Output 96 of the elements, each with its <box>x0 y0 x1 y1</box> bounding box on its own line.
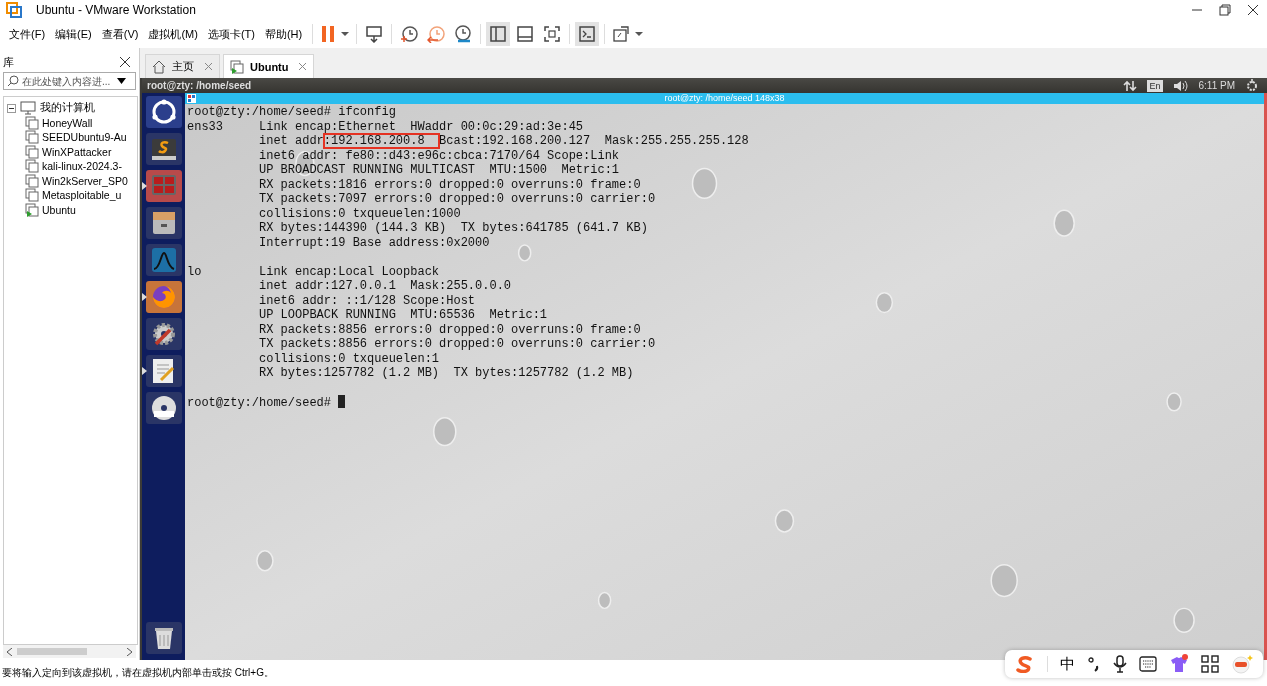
shirt-icon[interactable] <box>1169 654 1189 674</box>
terminal-line: Interrupt:19 Base address:0x2000 <box>258 235 491 250</box>
network-icon[interactable] <box>1123 79 1138 92</box>
close-icon[interactable] <box>204 62 213 71</box>
input-mode-toggle[interactable]: 中 <box>1060 654 1075 674</box>
tree-item[interactable]: Metasploitable_u <box>42 189 122 202</box>
tab-label: Ubuntu <box>250 60 289 73</box>
text-cursor <box>338 395 346 408</box>
tab-label: 主页 <box>172 59 194 74</box>
tab[interactable]: Ubuntu <box>223 54 315 78</box>
microphone-icon[interactable] <box>1113 655 1127 673</box>
terminal-title: root@zty: /home/seed 148x38 <box>663 93 786 104</box>
search-icon <box>7 75 19 87</box>
terminal-line: UP LOOPBACK RUNNING MTU:65536 Metric:1 <box>258 308 549 323</box>
terminal-line: collisions:0 txqueuelen:1000 <box>258 206 462 221</box>
clock-wrench-icon <box>454 25 473 43</box>
sidebar-layout-icon <box>489 25 508 43</box>
terminal-line: RX bytes:1257782 (1.2 MB) TX bytes:1257782 (1.2 MB) <box>258 366 635 381</box>
tree-item[interactable]: 我的计算机 <box>40 101 95 116</box>
horizontal-scrollbar[interactable] <box>3 645 136 658</box>
launcher-button[interactable] <box>145 96 182 128</box>
menu-item[interactable]: 虚拟机(M) <box>143 23 203 45</box>
tree-item[interactable]: WinXPattacker <box>42 145 112 158</box>
terminal-line: ens33 Link encap:Ethernet HWaddr 00:0c:29:ad:3e:45 <box>187 119 585 134</box>
fullscreen-icon <box>543 25 562 43</box>
home-icon <box>152 59 166 74</box>
launcher-button[interactable] <box>145 133 182 165</box>
highlight-box: :192.168.200.8 <box>323 134 440 148</box>
running-vm-icon <box>230 59 244 74</box>
menu-item[interactable]: 帮助(H) <box>259 23 308 45</box>
menu-item[interactable]: 编辑(E) <box>50 23 97 45</box>
terminal-line: collisions:0 txqueuelen:1 <box>258 351 441 366</box>
terminal-app-icon <box>187 94 196 103</box>
terminal-line: root@zty:/home/seed# ifconfig <box>187 105 397 120</box>
close-icon <box>1247 4 1259 16</box>
shell-prompt: root@zty:/home/seed# <box>187 396 333 410</box>
launcher-button[interactable] <box>145 355 182 387</box>
resize-icon <box>612 25 631 43</box>
panel-title: 库 <box>3 54 14 70</box>
terminal-line: RX packets:8856 errors:0 dropped:0 overruns:0 frame:0 <box>258 322 642 337</box>
app-logo-icon <box>6 2 22 18</box>
restore-icon <box>1219 4 1231 16</box>
collapse-icon[interactable] <box>7 103 16 113</box>
tree-item[interactable]: HoneyWall <box>42 116 93 129</box>
avatar-icon[interactable] <box>1231 654 1253 674</box>
pause-icon <box>320 25 337 43</box>
close-icon <box>119 56 131 68</box>
terminal-line: TX packets:8856 errors:0 dropped:0 overruns:0 carrier:0 <box>258 337 657 352</box>
launcher-button[interactable] <box>145 622 182 654</box>
tab[interactable]: 主页 <box>145 54 220 78</box>
menu-item[interactable]: 文件(F) <box>4 23 51 45</box>
scroll-right-icon[interactable] <box>126 647 132 656</box>
tree-item[interactable]: Win2kServer_SP0 <box>42 174 128 187</box>
tree-item[interactable]: Ubuntu <box>42 203 76 216</box>
terminal-line: RX packets:1816 errors:0 dropped:0 overruns:0 frame:0 <box>258 177 642 192</box>
terminal-button[interactable] <box>575 22 600 46</box>
volume-icon[interactable] <box>1172 79 1189 92</box>
search-field[interactable]: 在此处键入内容进... <box>3 72 136 90</box>
terminal-line: RX bytes:144390 (144.3 KB) TX bytes:641785 (641.7 KB) <box>258 221 649 236</box>
terminal-line: inet6 addr: fe80::d43:e96c:cbca:7170/64 Scope:Link <box>258 148 621 163</box>
caret-icon <box>341 31 350 37</box>
keyboard-icon[interactable] <box>1139 656 1157 672</box>
close-icon[interactable] <box>298 62 308 71</box>
terminal-line: lo Link encap:Local Loopback <box>187 264 441 279</box>
terminal-line: TX packets:7097 errors:0 dropped:0 overruns:0 carrier:0 <box>258 192 657 207</box>
launcher-button[interactable] <box>145 207 182 239</box>
status-text: 要将输入定向到该虚拟机，请在虚拟机内部单击或按 Ctrl+G。 <box>2 666 274 680</box>
caret-icon <box>635 31 644 37</box>
dropdown-arrow-icon <box>117 78 126 84</box>
terminal-text: Bcast:192.168.200.127 Mask:255.255.255.128 <box>439 134 749 148</box>
computer-icon <box>20 101 36 116</box>
launcher-button[interactable] <box>145 318 182 350</box>
tree-item[interactable]: SEEDUbuntu9-Au <box>42 131 127 144</box>
scroll-left-icon[interactable] <box>7 647 13 656</box>
terminal-text: inet addr <box>258 134 324 148</box>
s-logo-icon[interactable] <box>1015 655 1035 673</box>
launcher-button[interactable] <box>145 281 182 313</box>
panel-title: root@zty: /home/seed <box>147 80 252 91</box>
sidebar-layout-button[interactable] <box>486 22 511 46</box>
bottom-panel-icon <box>516 25 535 43</box>
window-title: Ubuntu - VMware Workstation <box>36 3 196 17</box>
gear-icon[interactable] <box>1245 78 1259 93</box>
terminal-line: UP BROADCAST RUNNING MULTICAST MTU:1500 Metric:1 <box>258 163 621 178</box>
tree-item[interactable]: kali-linux-2024.3- <box>42 160 122 173</box>
menu-item[interactable]: 选项卡(T) <box>202 23 260 45</box>
grid-icon[interactable] <box>1201 655 1219 673</box>
menu-item[interactable]: 查看(V) <box>96 23 144 45</box>
punctuation-icon[interactable] <box>1087 656 1101 672</box>
computer-arrow-icon <box>365 25 384 43</box>
terminal-icon <box>578 25 597 43</box>
clock[interactable]: 6:11 PM <box>1198 80 1235 91</box>
keyboard-layout-indicator[interactable]: En <box>1147 79 1163 92</box>
terminal-line: inet6 addr: ::1/128 Scope:Host <box>258 293 477 308</box>
clock-plus-icon <box>400 25 419 43</box>
launcher-button[interactable] <box>145 392 182 424</box>
terminal-line: inet addr:127.0.0.1 Mask:255.0.0.0 <box>258 279 513 294</box>
